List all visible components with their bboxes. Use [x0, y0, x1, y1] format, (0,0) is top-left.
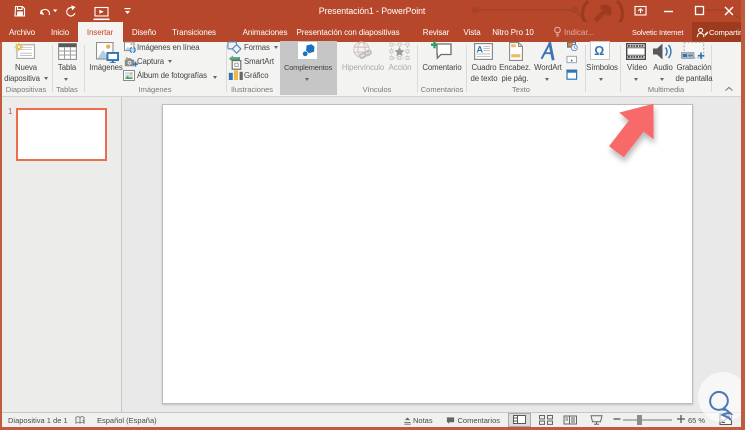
svg-text:Ω: Ω	[594, 44, 604, 58]
svg-text:A: A	[477, 45, 484, 55]
